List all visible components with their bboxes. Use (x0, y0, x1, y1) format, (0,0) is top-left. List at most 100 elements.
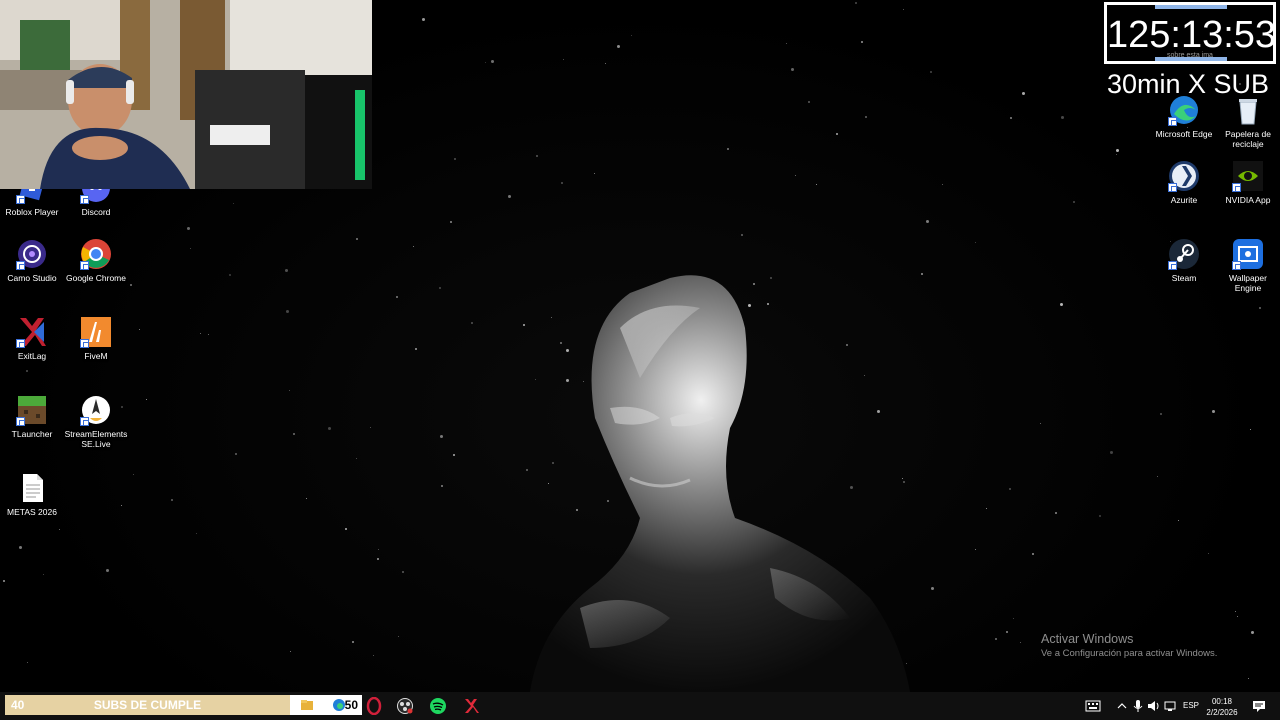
star (306, 498, 307, 499)
star (1073, 201, 1075, 203)
star (594, 173, 595, 174)
desktop-icon-edge[interactable]: Microsoft Edge (1152, 94, 1216, 139)
microphone-icon[interactable] (1133, 700, 1143, 712)
desktop-icon-label: FiveM (84, 351, 108, 361)
desktop-icon-label: Roblox Player (5, 207, 59, 217)
star (396, 296, 398, 298)
star (1055, 512, 1057, 514)
star (286, 310, 289, 313)
desktop-icon-azurite[interactable]: Azurite (1152, 160, 1216, 205)
exitlag-icon (16, 316, 48, 348)
star (631, 35, 632, 36)
star (975, 549, 976, 550)
shortcut-arrow-icon (80, 339, 89, 348)
desktop-icon-label: Google Chrome (65, 273, 126, 283)
star (921, 273, 923, 275)
azurite-icon (1168, 160, 1200, 192)
star (1235, 611, 1236, 612)
subathon-timer: 125:13:53 sobre esta ima (1104, 2, 1276, 64)
star (26, 370, 28, 372)
star (741, 234, 743, 236)
star (1009, 488, 1011, 490)
star (171, 499, 173, 501)
desktop-icon-steam[interactable]: Steam (1152, 238, 1216, 283)
spotify-taskbar-icon[interactable] (429, 697, 447, 715)
star (413, 246, 414, 247)
timer-accent-bar-top (1155, 5, 1227, 9)
opera-gx-taskbar-icon[interactable] (365, 697, 383, 715)
desktop-icon-recycle-bin[interactable]: Papelera de reciclaje (1216, 94, 1280, 149)
star (1208, 553, 1209, 554)
star (1248, 678, 1249, 679)
star (1116, 149, 1119, 152)
star (208, 334, 209, 335)
streamelements-icon (80, 394, 112, 426)
star (370, 427, 371, 428)
desktop-icon-label: Wallpaper Engine (1229, 273, 1267, 293)
star (285, 269, 288, 272)
star (561, 182, 563, 184)
shortcut-arrow-icon (16, 339, 25, 348)
exitlag-taskbar-icon[interactable] (462, 697, 480, 715)
desktop-icon-wallpaper-engine[interactable]: Wallpaper Engine (1216, 238, 1280, 293)
language-indicator[interactable]: ESP (1183, 701, 1199, 710)
star (453, 454, 455, 456)
shortcut-arrow-icon (1168, 183, 1177, 192)
star (536, 155, 538, 157)
star (508, 195, 511, 198)
star (1178, 520, 1179, 521)
star (1032, 553, 1034, 555)
star (289, 390, 290, 391)
star (356, 238, 358, 240)
star (1061, 116, 1064, 119)
star (1099, 515, 1101, 517)
desktop-icon-text-file[interactable]: METAS 2026 (0, 472, 64, 517)
star (471, 322, 473, 324)
star (1013, 618, 1014, 619)
star (352, 641, 354, 643)
file-explorer-icon[interactable] (300, 698, 314, 712)
watermark-subtitle: Ve a Configuración para activar Windows. (1041, 648, 1218, 659)
star (440, 435, 443, 438)
timer-accent-bar-bottom (1155, 57, 1227, 61)
desktop-icon-exitlag[interactable]: ExitLag (0, 316, 64, 361)
star (986, 508, 987, 509)
star (795, 175, 796, 176)
network-icon[interactable] (1164, 700, 1178, 712)
star (485, 62, 486, 63)
star (233, 203, 234, 204)
star (995, 638, 997, 640)
desktop-icon-tlauncher[interactable]: TLauncher (0, 394, 64, 439)
sub-goal-label: SUBS DE CUMPLE (93, 698, 202, 712)
desktop-icon-label: METAS 2026 (7, 507, 57, 517)
star (836, 133, 838, 135)
chrome-icon (80, 238, 112, 270)
desktop-icon-nvidia[interactable]: NVIDIA App (1216, 160, 1280, 205)
webcam-overlay (0, 0, 372, 189)
desktop-icon-label: Discord (81, 207, 111, 217)
shortcut-arrow-icon (16, 195, 25, 204)
notification-icon[interactable] (1252, 700, 1266, 712)
star (1251, 631, 1254, 634)
keyboard-icon[interactable] (1085, 700, 1101, 712)
chevron-up-icon[interactable] (1117, 702, 1127, 710)
star (931, 587, 934, 590)
star (926, 220, 929, 223)
star (130, 284, 132, 286)
desktop-icon-fivem[interactable]: FiveM (64, 316, 128, 361)
desktop-icon-label: StreamElements SE.Live (64, 429, 128, 449)
star (422, 18, 425, 21)
shortcut-arrow-icon (80, 195, 89, 204)
clock-date: 2/2/2026 (1206, 708, 1238, 717)
camo-icon (16, 238, 48, 270)
star (942, 184, 943, 185)
star (19, 546, 22, 549)
obs-taskbar-icon[interactable] (396, 697, 414, 715)
star (106, 569, 109, 572)
desktop-icon-chrome[interactable]: Google Chrome (64, 238, 128, 283)
star (415, 348, 417, 350)
desktop-icon-streamelements[interactable]: StreamElements SE.Live (64, 394, 128, 449)
desktop-icon-camo[interactable]: Camo Studio (0, 238, 64, 283)
taskbar-clock[interactable]: 00:18 2/2/2026 (1200, 696, 1244, 718)
volume-icon[interactable] (1147, 700, 1161, 712)
